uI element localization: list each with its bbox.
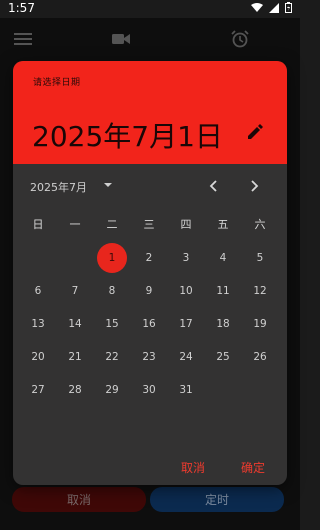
calendar-day[interactable]: 26 — [245, 342, 275, 372]
calendar-day[interactable]: 17 — [171, 309, 201, 339]
weekday-header: 日 一 二 三 四 五 六 — [21, 216, 281, 234]
ok-button[interactable]: 确定 — [241, 459, 265, 476]
calendar-day[interactable]: 20 — [23, 342, 53, 372]
calendar-day[interactable]: 15 — [97, 309, 127, 339]
battery-icon — [285, 2, 292, 13]
status-bar: 1:57 — [0, 0, 300, 18]
weekday-label: 四 — [180, 218, 192, 231]
calendar-day[interactable]: 24 — [171, 342, 201, 372]
background-ok-label: 定时 — [204, 493, 229, 507]
dialog-hint: 请选择日期 — [33, 78, 81, 88]
calendar-day[interactable]: 25 — [208, 342, 238, 372]
chevron-left-icon[interactable] — [207, 179, 221, 193]
wifi-icon — [251, 2, 263, 12]
dropdown-arrow-icon[interactable] — [103, 181, 113, 189]
calendar-day[interactable]: 6 — [23, 276, 53, 306]
calendar-day[interactable]: 22 — [97, 342, 127, 372]
month-selector-row: 2025年7月 — [13, 175, 287, 197]
calendar-day[interactable]: 14 — [60, 309, 90, 339]
calendar-day[interactable]: 30 — [134, 375, 164, 405]
calendar-day[interactable]: 8 — [97, 276, 127, 306]
weekday-label: 五 — [217, 218, 229, 231]
weekday-label: 三 — [143, 218, 155, 231]
calendar-day[interactable]: 13 — [23, 309, 53, 339]
calendar-day[interactable]: 9 — [134, 276, 164, 306]
date-picker-dialog: 请选择日期 2025年7月1日 2025年7月 日 一 二 三 四 五 六 12… — [13, 61, 287, 485]
calendar-day[interactable]: 12 — [245, 276, 275, 306]
edit-pencil-icon[interactable] — [246, 123, 264, 141]
calendar-day[interactable]: 7 — [60, 276, 90, 306]
calendar-day[interactable]: 21 — [60, 342, 90, 372]
calendar-day[interactable]: 5 — [245, 243, 275, 273]
calendar-day[interactable]: 4 — [208, 243, 238, 273]
background-ok-button: 定时 — [150, 487, 284, 512]
calendar-day[interactable]: 3 — [171, 243, 201, 273]
calendar-day[interactable]: 11 — [208, 276, 238, 306]
calendar-day[interactable]: 18 — [208, 309, 238, 339]
weekday-label: 一 — [69, 218, 81, 231]
calendar-day[interactable]: 1 — [97, 243, 127, 273]
weekday-label: 二 — [106, 218, 118, 231]
calendar-day[interactable]: 28 — [60, 375, 90, 405]
calendar-day[interactable]: 31 — [171, 375, 201, 405]
calendar-day[interactable]: 2 — [134, 243, 164, 273]
weekday-label: 六 — [254, 218, 266, 231]
chevron-right-icon[interactable] — [247, 179, 261, 193]
calendar-day[interactable]: 23 — [134, 342, 164, 372]
calendar-day[interactable]: 16 — [134, 309, 164, 339]
selected-date-title: 2025年7月1日 — [32, 120, 223, 153]
background-cancel-button: 取消 — [12, 487, 146, 512]
signal-icon — [269, 2, 279, 13]
month-label[interactable]: 2025年7月 — [30, 179, 87, 195]
status-time: 1:57 — [8, 1, 35, 15]
calendar-day[interactable]: 29 — [97, 375, 127, 405]
calendar-day[interactable]: 19 — [245, 309, 275, 339]
weekday-label: 日 — [32, 218, 44, 231]
calendar-day[interactable]: 27 — [23, 375, 53, 405]
cancel-button[interactable]: 取消 — [181, 459, 205, 476]
calendar-day[interactable]: 10 — [171, 276, 201, 306]
background-cancel-label: 取消 — [66, 493, 91, 507]
dialog-header: 请选择日期 2025年7月1日 — [13, 61, 287, 164]
